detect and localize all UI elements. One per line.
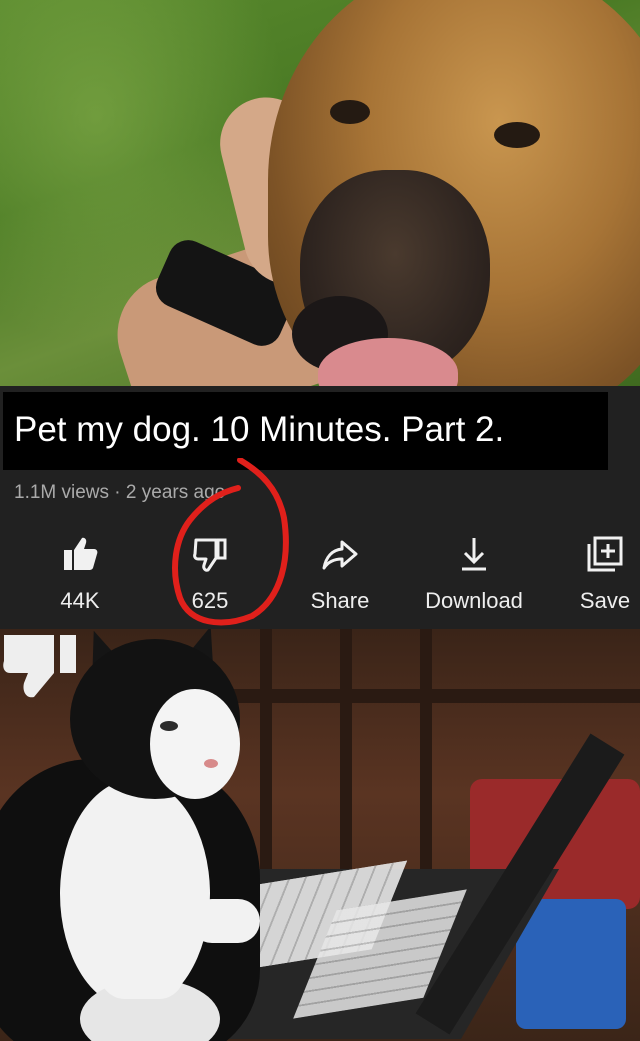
video-title: Pet my dog. 10 Minutes. Part 2. bbox=[14, 410, 505, 449]
like-button[interactable]: 44K bbox=[50, 534, 110, 614]
thumbs-down-icon bbox=[3, 635, 76, 698]
share-button[interactable]: Share bbox=[300, 534, 380, 614]
share-label: Share bbox=[310, 588, 370, 613]
video-title-box: Pet my dog. 10 Minutes. Part 2. bbox=[3, 392, 608, 470]
download-label: Download bbox=[425, 588, 523, 613]
blue-cup bbox=[516, 899, 626, 1029]
cat-eye bbox=[160, 721, 178, 731]
cat-face bbox=[150, 689, 240, 799]
like-count: 44K bbox=[60, 588, 100, 613]
thumbs-up-icon bbox=[64, 537, 98, 570]
dislike-count: 625 bbox=[191, 588, 229, 613]
save-label: Save bbox=[579, 588, 631, 613]
cat-paw-left bbox=[100, 949, 184, 999]
add-to-playlist-icon bbox=[587, 536, 623, 572]
video-meta: 1.1M views · 2 years ago bbox=[14, 482, 226, 503]
download-icon bbox=[462, 538, 486, 571]
save-button[interactable]: Save bbox=[570, 534, 640, 614]
thumbs-down-icon bbox=[193, 538, 227, 572]
share-arrow-icon bbox=[322, 540, 358, 570]
dog-eye-left bbox=[330, 100, 370, 124]
cat-photo bbox=[0, 629, 640, 1041]
video-info-panel: Pet my dog. 10 Minutes. Part 2. 1.1M vie… bbox=[0, 386, 640, 629]
cat-nose bbox=[204, 759, 218, 768]
dog-eye-right bbox=[494, 122, 540, 148]
dislike-button[interactable]: 625 bbox=[180, 534, 240, 614]
cat-paw-right bbox=[190, 899, 260, 943]
dog-photo bbox=[0, 0, 640, 386]
download-button[interactable]: Download bbox=[405, 534, 543, 614]
